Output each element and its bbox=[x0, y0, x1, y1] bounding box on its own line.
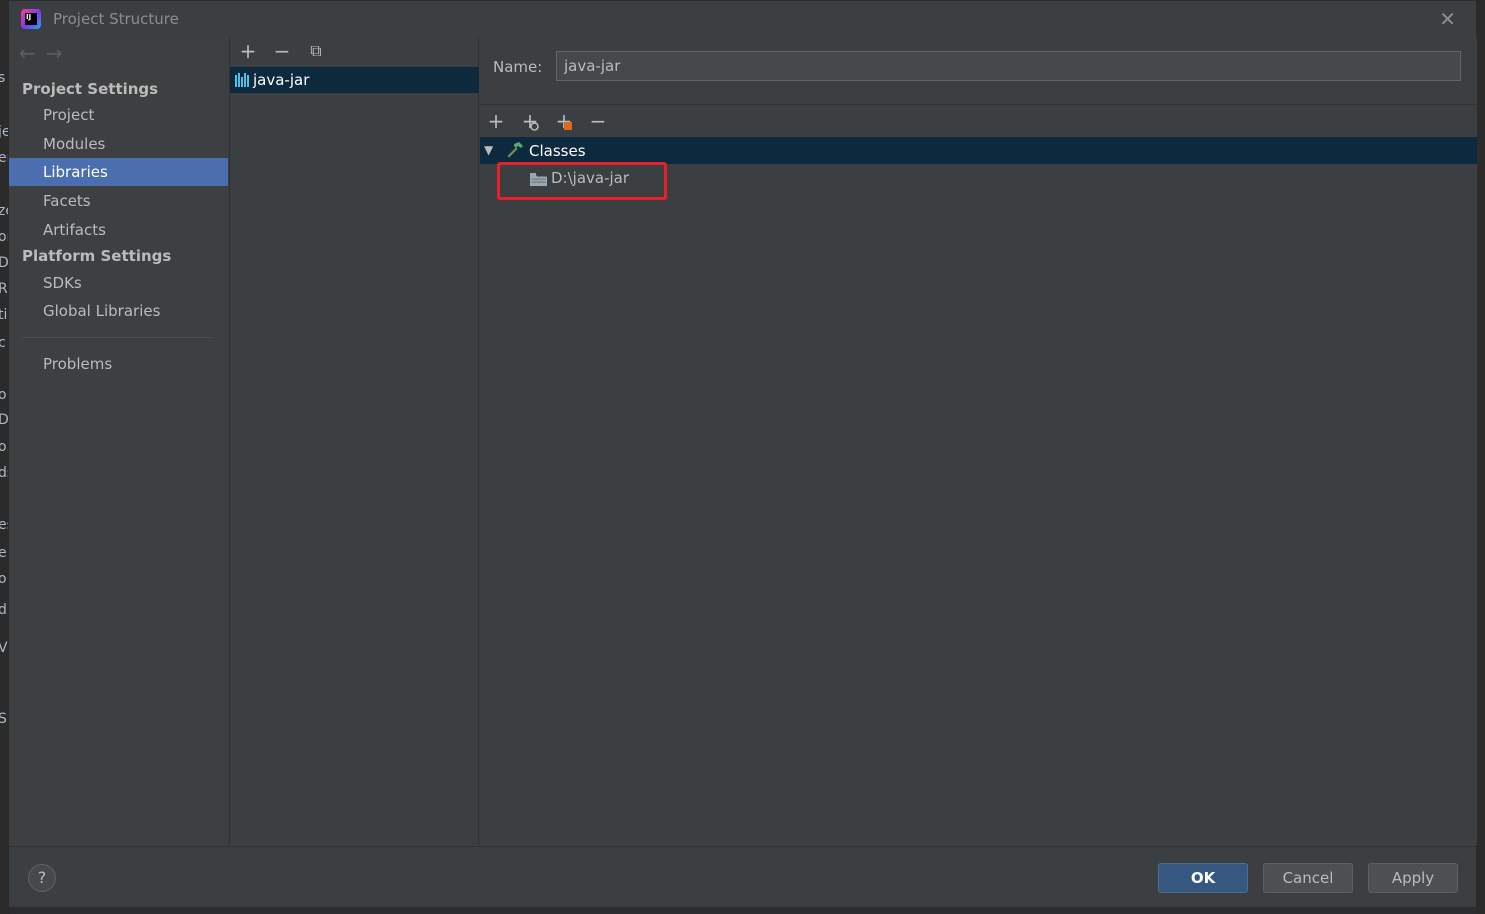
remove-library-icon[interactable]: − bbox=[272, 41, 292, 61]
background-glyph: e bbox=[0, 545, 7, 561]
nav-item-artifacts[interactable]: Artifacts bbox=[9, 216, 228, 244]
library-icon bbox=[235, 73, 249, 87]
library-item-label: java-jar bbox=[253, 71, 310, 89]
libraries-toolbar: + − ⧉ bbox=[238, 41, 326, 61]
expand-triangle-icon[interactable]: ▼ bbox=[484, 143, 493, 157]
nav-item-sdks[interactable]: SDKs bbox=[9, 269, 228, 297]
classes-toolbar: + + + − bbox=[486, 111, 608, 131]
nav-arrows: ←→ bbox=[19, 41, 73, 65]
background-glyph: ti bbox=[0, 307, 8, 323]
background-glyph: S bbox=[0, 711, 7, 727]
back-arrow-icon[interactable]: ← bbox=[19, 41, 46, 65]
title-bar: IJ Project Structure ✕ bbox=[9, 1, 1476, 37]
library-name-field[interactable] bbox=[556, 51, 1461, 81]
nav-divider bbox=[22, 337, 212, 338]
remove-root-icon[interactable]: − bbox=[588, 111, 608, 131]
cancel-button[interactable]: Cancel bbox=[1263, 863, 1353, 893]
library-list-item[interactable]: java-jar bbox=[230, 67, 479, 93]
name-label: Name: bbox=[493, 58, 543, 76]
nav-item-project[interactable]: Project bbox=[9, 101, 228, 129]
background-editor-right-edge bbox=[1477, 0, 1485, 914]
highlight-annotation-box bbox=[497, 162, 667, 200]
nav-item-global-libraries[interactable]: Global Libraries bbox=[9, 297, 228, 325]
project-structure-dialog: IJ Project Structure ✕ ←→ Project Settin… bbox=[8, 0, 1477, 907]
intellij-logo-icon: IJ bbox=[21, 9, 41, 29]
library-detail-panel: Name: + + + − ▼ Classes bbox=[480, 37, 1477, 845]
background-glyph: V bbox=[0, 640, 8, 656]
dialog-footer: ? OK Cancel Apply bbox=[9, 846, 1476, 907]
attach-files-icon[interactable]: + bbox=[520, 111, 540, 131]
background-glyph: o bbox=[0, 571, 7, 587]
detail-divider bbox=[480, 104, 1477, 105]
close-icon[interactable]: ✕ bbox=[1439, 7, 1456, 31]
background-glyph: c bbox=[0, 335, 6, 351]
nav-item-libraries[interactable]: Libraries bbox=[9, 158, 228, 186]
help-button[interactable]: ? bbox=[28, 864, 56, 892]
ok-button[interactable]: OK bbox=[1158, 863, 1248, 893]
hammer-icon bbox=[507, 142, 523, 158]
settings-nav: ←→ Project Settings Project Modules Libr… bbox=[9, 37, 228, 845]
platform-settings-header: Platform Settings bbox=[22, 247, 172, 265]
window-title: Project Structure bbox=[53, 10, 179, 28]
nav-item-modules[interactable]: Modules bbox=[9, 130, 228, 158]
forward-arrow-icon[interactable]: → bbox=[46, 41, 73, 65]
project-settings-header: Project Settings bbox=[22, 80, 159, 98]
tree-classes-label: Classes bbox=[529, 142, 586, 160]
apply-button[interactable]: Apply bbox=[1368, 863, 1458, 893]
libraries-panel: + − ⧉ java-jar bbox=[229, 37, 479, 845]
add-jar-icon[interactable]: + bbox=[554, 111, 574, 131]
add-root-icon[interactable]: + bbox=[486, 111, 506, 131]
background-glyph: s bbox=[0, 70, 6, 86]
nav-item-facets[interactable]: Facets bbox=[9, 187, 228, 215]
nav-item-problems[interactable]: Problems bbox=[9, 350, 228, 378]
background-glyph: R bbox=[0, 281, 8, 297]
background-glyph: o bbox=[0, 387, 7, 403]
tree-row-classes[interactable] bbox=[480, 137, 1477, 164]
copy-library-icon[interactable]: ⧉ bbox=[306, 41, 326, 61]
add-library-icon[interactable]: + bbox=[238, 41, 258, 61]
